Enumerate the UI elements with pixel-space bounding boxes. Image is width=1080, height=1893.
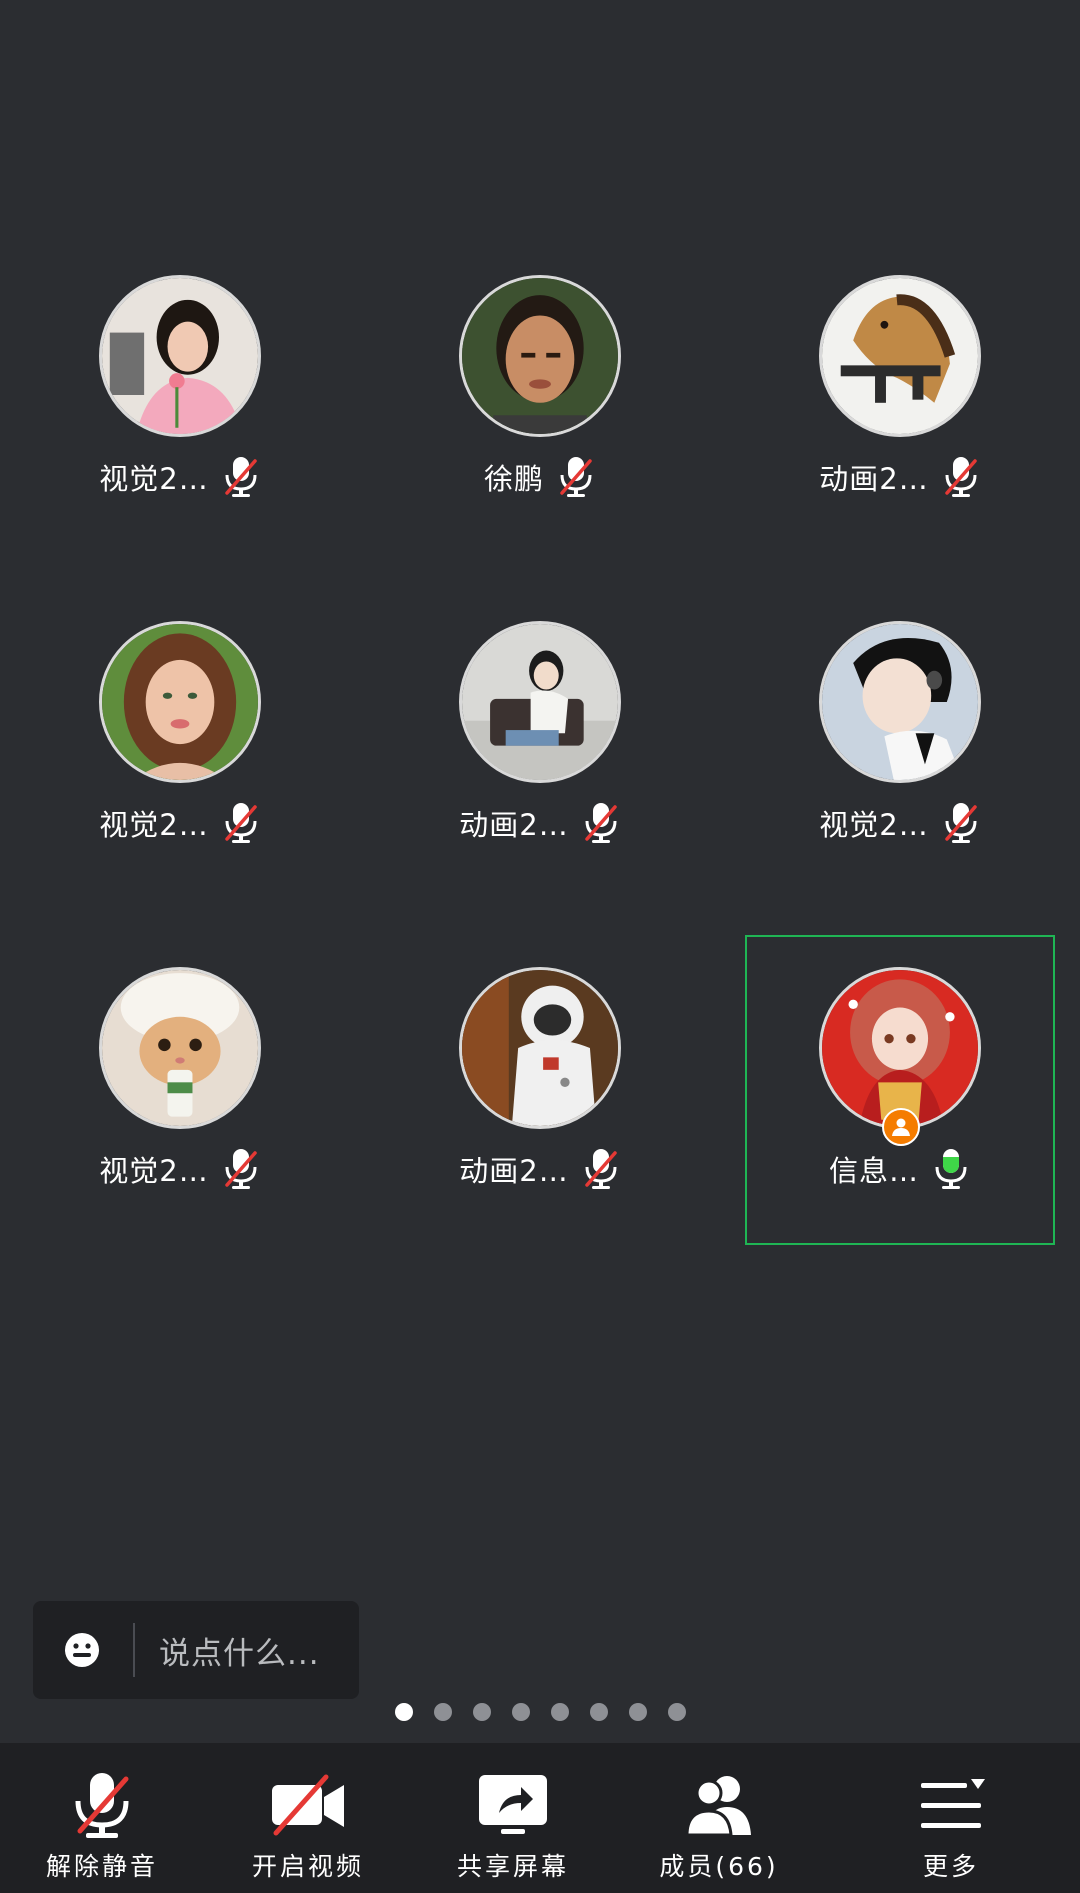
participant-name: 视觉2… [99, 462, 209, 496]
participant-name: 视觉2… [99, 1154, 209, 1188]
participant-tile[interactable]: 动画2… [720, 275, 1080, 575]
emoji-icon[interactable] [53, 1621, 111, 1679]
page-dot[interactable] [628, 1703, 647, 1721]
participant-tile[interactable]: 动画2… [360, 621, 720, 921]
participant-grid: 视觉2… 徐鹏 动画2… 视觉2… 动画2… 视觉2… 视觉2… 动画2… 信息… [0, 0, 1080, 1300]
page-dot[interactable] [433, 1703, 452, 1721]
share-screen-icon [473, 1771, 553, 1841]
active-speaker-frame [745, 935, 1055, 1245]
mic-muted-icon [556, 455, 596, 499]
avatar [819, 621, 981, 783]
start-video-button[interactable]: 开启视频 [208, 1743, 408, 1893]
page-dot[interactable] [472, 1703, 491, 1721]
participant-tile[interactable]: 视觉2… [720, 621, 1080, 921]
participant-tile[interactable]: 徐鹏 [360, 275, 720, 575]
page-dot-active[interactable] [394, 1703, 413, 1721]
participant-tile[interactable]: 视觉2… [0, 275, 360, 575]
unmute-label: 解除静音 [45, 1852, 158, 1881]
members-icon [679, 1771, 759, 1841]
mic-muted-icon [581, 801, 621, 845]
avatar [819, 275, 981, 437]
bottom-toolbar: 解除静音 开启视频 共享屏幕 成员(66) 更多 [0, 1743, 1080, 1893]
more-menu-icon [911, 1771, 991, 1841]
page-dot[interactable] [667, 1703, 686, 1721]
chat-placeholder[interactable]: 说点什么... [159, 1628, 320, 1673]
members-label: 成员(66) [659, 1852, 779, 1881]
participant-tile[interactable]: 视觉2… [0, 621, 360, 921]
share-screen-label: 共享屏幕 [456, 1852, 569, 1881]
more-label: 更多 [922, 1852, 979, 1881]
person-icon [882, 1108, 920, 1146]
mic-muted-icon [941, 801, 981, 845]
mic-muted-icon [941, 455, 981, 499]
avatar [459, 621, 621, 783]
mic-muted-icon [221, 1147, 261, 1191]
avatar [99, 621, 261, 783]
participant-name: 动画2… [459, 808, 569, 842]
avatar [459, 967, 621, 1129]
participant-name: 徐鹏 [483, 462, 544, 496]
page-dot[interactable] [511, 1703, 530, 1721]
avatar [99, 275, 261, 437]
page-dot[interactable] [550, 1703, 569, 1721]
unmute-button[interactable]: 解除静音 [2, 1743, 202, 1893]
participant-name: 动画2… [459, 1154, 569, 1188]
share-screen-button[interactable]: 共享屏幕 [413, 1743, 613, 1893]
mic-muted-icon [221, 455, 261, 499]
participant-name: 视觉2… [99, 808, 209, 842]
chat-divider [133, 1623, 135, 1677]
avatar [459, 275, 621, 437]
camera-off-icon [268, 1771, 348, 1841]
avatar [99, 967, 261, 1129]
chat-input-box[interactable]: 说点什么... [33, 1601, 359, 1699]
mic-muted-icon [581, 1147, 621, 1191]
participant-tile[interactable]: 动画2… [360, 967, 720, 1267]
more-button[interactable]: 更多 [851, 1743, 1051, 1893]
mic-muted-icon [221, 801, 261, 845]
page-dot[interactable] [589, 1703, 608, 1721]
participant-name: 动画2… [819, 462, 929, 496]
mic-muted-icon [62, 1771, 142, 1841]
members-button[interactable]: 成员(66) [619, 1743, 819, 1893]
participant-name: 视觉2… [819, 808, 929, 842]
start-video-label: 开启视频 [251, 1852, 364, 1881]
participant-tile[interactable]: 视觉2… [0, 967, 360, 1267]
page-indicator [0, 1703, 1080, 1721]
